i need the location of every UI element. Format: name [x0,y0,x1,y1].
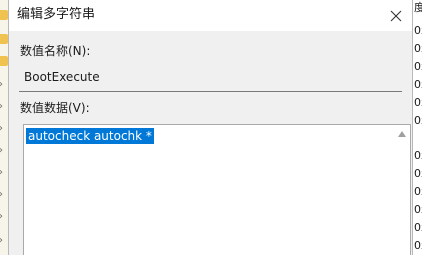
dialog-titlebar[interactable]: 编辑多字符串 [9,0,412,31]
chevron-right-icon: › [0,168,3,178]
value-name-label: 数值名称(N): [20,44,91,58]
background-value-cell: 0x [414,114,422,127]
value-data-label: 数值数据(V): [20,101,90,115]
value-name-text: BootExecute [24,70,100,84]
value-data-selected-text: autocheck autochk * [26,128,154,144]
close-icon [390,10,402,21]
value-name-field[interactable]: BootExecute [19,66,402,92]
background-value-cell: 0x [414,42,422,55]
folder-icon [0,10,8,20]
background-value-cell: 0x [414,60,422,73]
background-value-cell: 0x [414,221,422,234]
chevron-right-icon: › [0,80,3,90]
chevron-right-icon: › [0,146,3,156]
dialog-title: 编辑多字符串 [17,7,96,22]
background-value-cell: 0x [414,185,422,198]
edit-multi-string-dialog: 编辑多字符串 数值名称(N): BootExecute 数值数据(V): aut… [8,0,413,255]
background-value-cell: 0x [414,167,422,180]
chevron-right-icon: › [0,236,3,246]
chevron-right-icon: › [0,102,3,112]
background-value-cell: 0x [414,78,422,91]
background-value-cell: 0x [414,96,422,109]
value-data-textarea[interactable]: autocheck autochk * [23,124,411,255]
background-tree-pane: › › › › › › › › [0,0,8,255]
background-value-cell: 0x [414,149,422,162]
background-value-cell: 0x [414,24,422,37]
folder-icon [0,56,8,66]
close-button[interactable] [380,0,412,31]
background-value-cell: 度 [414,1,422,14]
scroll-up-arrow-icon [398,131,406,137]
background-value-cell: 0x [414,239,422,252]
chevron-right-icon: › [0,190,3,200]
background-values-pane: 度 0x 0x 0x 0x 0x 0x 0x 0x 0x 0x 0x 0x [413,0,422,255]
screen: › › › › › › › › 度 0x 0x 0x 0x 0x 0x 0x 0… [0,0,422,255]
chevron-right-icon: › [0,124,3,134]
background-value-cell: 0x [414,203,422,216]
folder-icon [0,34,8,44]
scroll-up-button[interactable] [396,128,408,140]
chevron-right-icon: › [0,212,3,222]
